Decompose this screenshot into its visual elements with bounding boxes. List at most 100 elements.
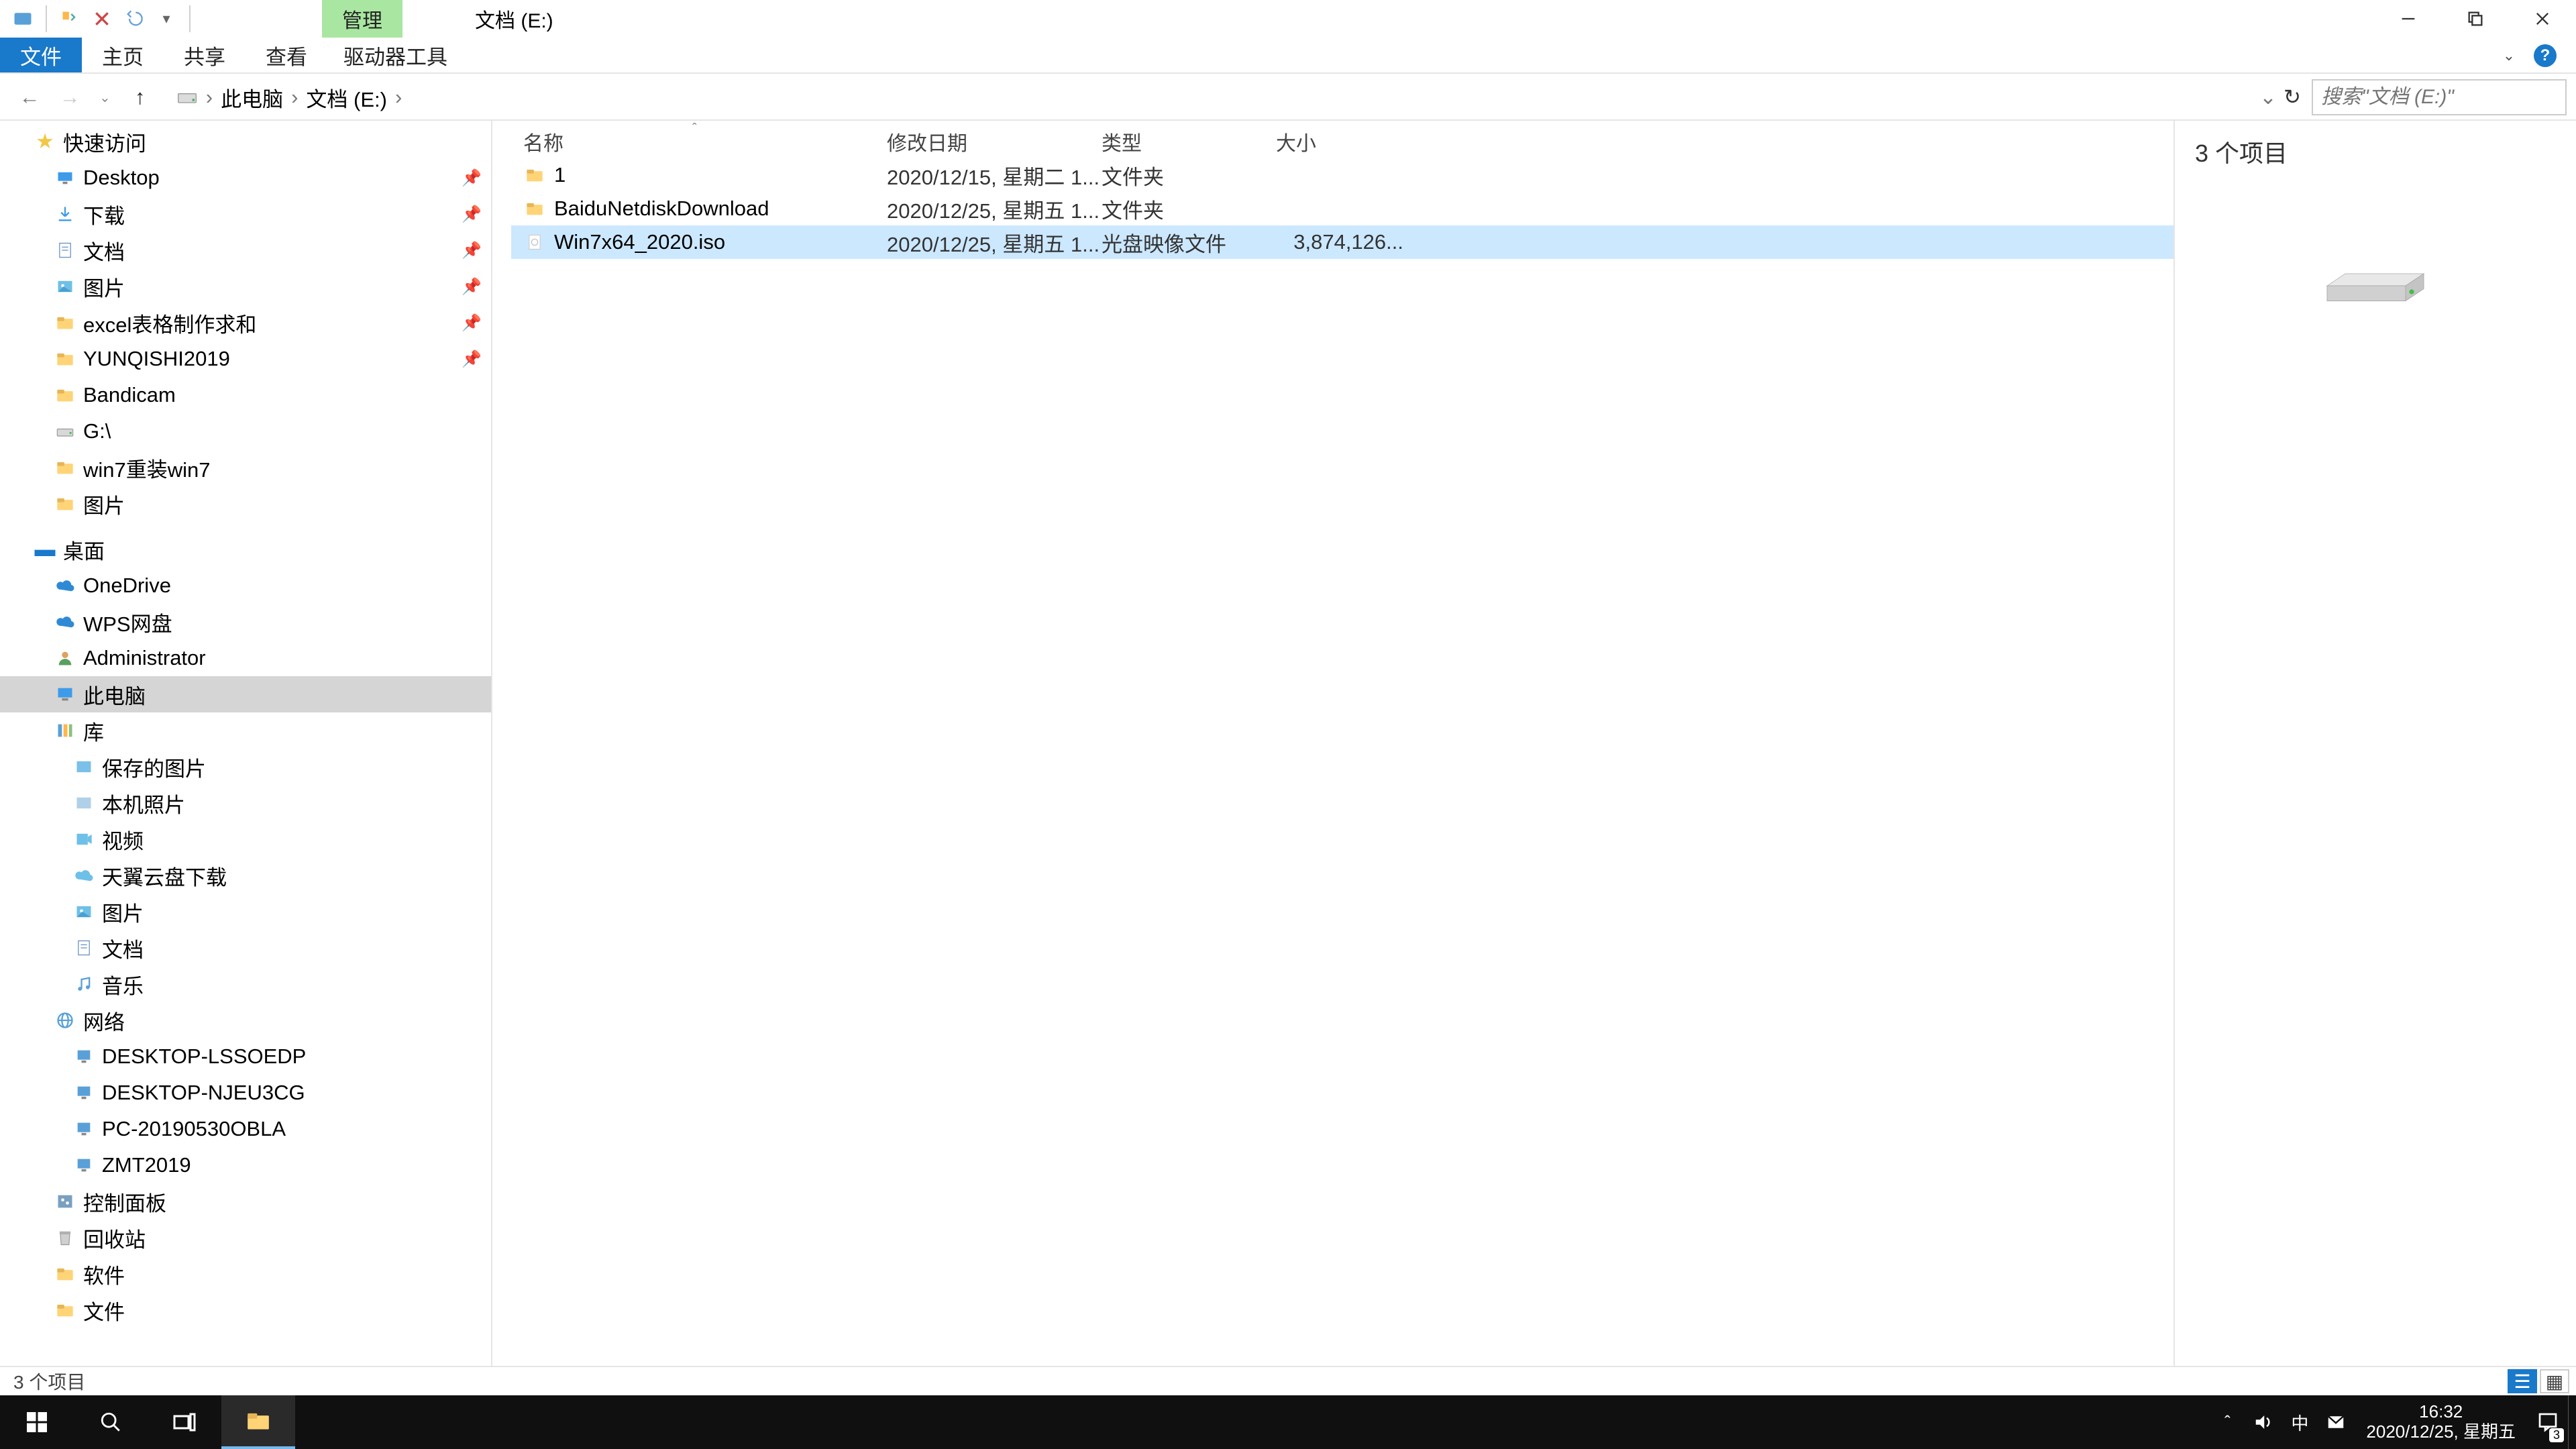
tree-item[interactable]: 音乐 <box>0 966 491 1002</box>
chevron-right-icon[interactable]: › <box>205 85 214 109</box>
tree-item[interactable]: 库 <box>0 712 491 749</box>
task-view-button[interactable] <box>148 1395 221 1449</box>
tree-item[interactable]: 图片 <box>0 486 491 522</box>
forward-button[interactable]: → <box>56 84 83 111</box>
tree-label: YUNQISHI2019 <box>83 347 230 371</box>
help-icon[interactable]: ? <box>2533 44 2557 68</box>
breadcrumb-this-pc[interactable]: 此电脑 <box>218 83 286 113</box>
column-name[interactable]: 名称ˆ <box>511 127 887 156</box>
column-date[interactable]: 修改日期 <box>887 127 1102 156</box>
tree-item[interactable]: Administrator <box>0 640 491 676</box>
undo-icon[interactable] <box>121 5 148 32</box>
search-input[interactable] <box>2313 86 2576 109</box>
thumbnails-view-button[interactable]: ▦ <box>2540 1369 2569 1393</box>
app-icon[interactable] <box>9 5 36 32</box>
file-list[interactable]: 名称ˆ 修改日期 类型 大小 12020/12/15, 星期二 1...文件夹B… <box>492 121 2174 1366</box>
ime-indicator[interactable]: 中 <box>2282 1395 2318 1449</box>
tab-drive-tools[interactable]: 驱动器工具 <box>327 38 464 72</box>
tree-item[interactable]: 软件 <box>0 1256 491 1292</box>
chevron-right-icon[interactable]: › <box>290 85 299 109</box>
tree-label: 控制面板 <box>83 1187 166 1217</box>
search-button[interactable] <box>74 1395 148 1449</box>
refresh-icon[interactable]: ↻ <box>2284 85 2301 109</box>
show-desktop-button[interactable] <box>2568 1395 2576 1449</box>
search-box[interactable]: 🔍 <box>2312 79 2567 115</box>
security-icon[interactable] <box>2318 1395 2354 1449</box>
tree-item[interactable]: 图片📌 <box>0 268 491 305</box>
tree-item[interactable]: 本机照片 <box>0 785 491 821</box>
taskbar-clock[interactable]: 16:32 2020/12/25, 星期五 <box>2354 1402 2528 1442</box>
tree-item[interactable]: 网络 <box>0 1002 491 1038</box>
tree-item[interactable]: 此电脑 <box>0 676 491 712</box>
close-button[interactable] <box>2509 0 2576 38</box>
tab-view[interactable]: 查看 <box>246 38 327 72</box>
tree-item[interactable]: PC-20190530OBLA <box>0 1111 491 1147</box>
file-row[interactable]: BaiduNetdiskDownload2020/12/25, 星期五 1...… <box>511 192 2174 225</box>
tree-label: 网络 <box>83 1006 125 1036</box>
tree-item[interactable]: 天翼云盘下载 <box>0 857 491 894</box>
tree-item[interactable]: Bandicam <box>0 377 491 413</box>
tree-item[interactable]: 文档 <box>0 930 491 966</box>
folder-icon <box>523 164 546 186</box>
tree-item[interactable]: win7重装win7 <box>0 449 491 486</box>
tab-share[interactable]: 共享 <box>164 38 246 72</box>
tree-item[interactable]: YUNQISHI2019📌 <box>0 341 491 377</box>
volume-icon[interactable] <box>2245 1395 2282 1449</box>
file-row[interactable]: Win7x64_2020.iso2020/12/25, 星期五 1...光盘映像… <box>511 225 2174 259</box>
tree-item[interactable]: 文件 <box>0 1292 491 1328</box>
tree-item[interactable]: WPS网盘 <box>0 604 491 640</box>
back-button[interactable]: ← <box>16 84 43 111</box>
tree-item[interactable]: excel表格制作求和📌 <box>0 305 491 341</box>
start-button[interactable] <box>0 1395 74 1449</box>
address-bar: ← → ⌄ ↑ › 此电脑 › 文档 (E:) › ⌄ ↻ 🔍 <box>0 74 2576 121</box>
tree-item[interactable]: 保存的图片 <box>0 749 491 785</box>
context-tab-manage[interactable]: 管理 <box>322 0 402 38</box>
up-button[interactable]: ↑ <box>127 84 154 111</box>
tree-desktop-root[interactable]: ▬ 桌面 <box>0 531 491 568</box>
breadcrumb-current[interactable]: 文档 (E:) <box>303 83 390 113</box>
tray-overflow-icon[interactable]: ˆ <box>2209 1395 2245 1449</box>
column-size[interactable]: 大小 <box>1276 127 1424 156</box>
bin-icon <box>54 1226 76 1249</box>
properties-icon[interactable] <box>56 5 83 32</box>
column-type[interactable]: 类型 <box>1102 127 1276 156</box>
tree-item[interactable]: 文档📌 <box>0 232 491 268</box>
chevron-right-icon[interactable]: › <box>394 85 403 109</box>
tree-item[interactable]: OneDrive <box>0 568 491 604</box>
qat-dropdown-icon[interactable]: ▾ <box>153 5 180 32</box>
expand-ribbon-icon[interactable]: ⌄ <box>2497 44 2521 68</box>
tree-item[interactable]: 回收站 <box>0 1220 491 1256</box>
tab-home[interactable]: 主页 <box>82 38 164 72</box>
tree-item[interactable]: DESKTOP-NJEU3CG <box>0 1075 491 1111</box>
action-center-icon[interactable]: 3 <box>2528 1395 2568 1449</box>
tree-label: win7重装win7 <box>83 453 211 483</box>
drive-icon <box>54 420 76 443</box>
tree-label: OneDrive <box>83 574 171 598</box>
tree-item[interactable]: 视频 <box>0 821 491 857</box>
tree-item[interactable]: Desktop📌 <box>0 160 491 196</box>
file-name: Win7x64_2020.iso <box>554 230 725 254</box>
tree-item[interactable]: 下载📌 <box>0 196 491 232</box>
history-dropdown-icon[interactable]: ⌄ <box>99 89 111 106</box>
file-explorer-taskbar-button[interactable] <box>221 1395 295 1449</box>
tree-item[interactable]: 图片 <box>0 894 491 930</box>
details-view-button[interactable]: ☰ <box>2508 1369 2537 1393</box>
breadcrumb[interactable]: › 此电脑 › 文档 (E:) › <box>174 83 2567 113</box>
delete-icon[interactable] <box>89 5 115 32</box>
navigation-pane[interactable]: ★ 快速访问 Desktop📌下载📌文档📌图片📌excel表格制作求和📌YUNQ… <box>0 121 492 1366</box>
file-row[interactable]: 12020/12/15, 星期二 1...文件夹 <box>511 158 2174 192</box>
address-dropdown-icon[interactable]: ⌄ <box>2259 85 2277 109</box>
tree-item[interactable]: 控制面板 <box>0 1183 491 1220</box>
tab-file[interactable]: 文件 <box>0 38 82 72</box>
notification-badge: 3 <box>2549 1428 2564 1442</box>
minimize-button[interactable] <box>2375 0 2442 38</box>
tree-label: 快速访问 <box>63 127 146 157</box>
tree-label: 图片 <box>102 897 144 927</box>
tree-quick-access[interactable]: ★ 快速访问 <box>0 123 491 160</box>
tree-item[interactable]: ZMT2019 <box>0 1147 491 1183</box>
tree-item[interactable]: DESKTOP-LSSOEDP <box>0 1038 491 1075</box>
tree-label: 音乐 <box>102 969 144 1000</box>
tree-item[interactable]: G:\ <box>0 413 491 449</box>
cloud-blue-icon <box>54 574 76 597</box>
maximize-button[interactable] <box>2442 0 2509 38</box>
